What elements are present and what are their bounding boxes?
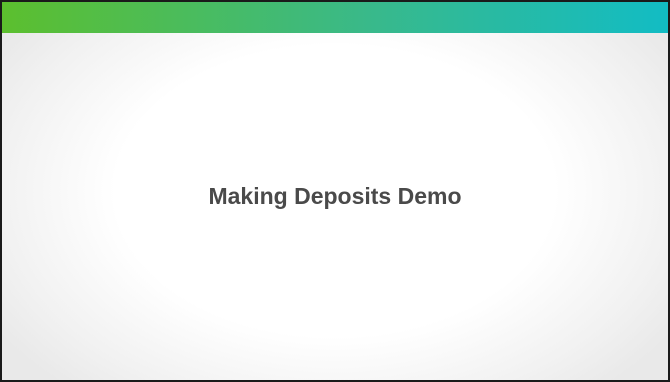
top-accent-bar xyxy=(2,2,668,33)
slide: Making Deposits Demo xyxy=(0,0,670,382)
slide-title: Making Deposits Demo xyxy=(208,183,462,209)
